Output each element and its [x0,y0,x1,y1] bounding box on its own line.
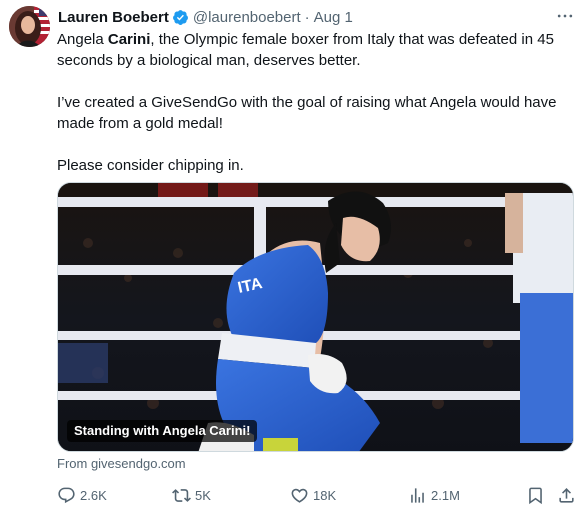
views-button[interactable]: 2.1M [408,484,460,506]
like-button[interactable]: 18K [290,484,336,506]
link-source[interactable]: From givesendgo.com [57,456,186,471]
share-button[interactable] [557,484,576,506]
tweet-text: Angela Carini, the Olympic female boxer … [57,29,577,176]
views-icon [411,487,424,503]
bold-text: Carini [107,31,151,48]
meta-separator: · [304,8,310,26]
retweet-count: 5K [195,487,211,503]
like-count: 18K [313,487,337,503]
verified-badge-icon[interactable] [172,9,189,26]
tweet-date[interactable]: Aug 1 [314,9,353,26]
share-icon [559,487,574,503]
tweet-header: Lauren Boebert @laurenboebert · Aug 1 [58,6,353,28]
author-handle[interactable]: @laurenboebert [193,9,301,26]
media-caption: Standing with Angela Carini! [67,420,258,442]
media-card[interactable]: ITA Standing with Angela Carini! [57,182,574,452]
bookmark-icon [529,487,542,504]
retweet-button[interactable]: 5K [172,484,211,506]
tweet-paragraph: I’ve created a GiveSendGo with the goal … [57,94,557,132]
text-span: Angela [57,31,108,48]
retweet-icon [172,488,191,502]
author-avatar[interactable] [9,6,50,47]
more-icon[interactable] [555,6,575,26]
tweet-actions: 2.6K 5K 18K 2.1M [57,484,577,506]
bookmark-button[interactable] [526,484,545,506]
reply-button[interactable]: 2.6K [57,484,107,506]
avatar-icon [9,6,50,47]
views-count: 2.1M [431,487,460,503]
author-name[interactable]: Lauren Boebert [58,9,169,26]
reply-icon [58,487,75,503]
heart-icon [291,488,308,503]
tweet-paragraph: Angela Carini, the Olympic female boxer … [57,29,577,71]
boxer-photo: ITA [58,183,573,451]
reply-count: 2.6K [80,487,107,503]
tweet-paragraph: Please consider chipping in. [57,157,244,174]
